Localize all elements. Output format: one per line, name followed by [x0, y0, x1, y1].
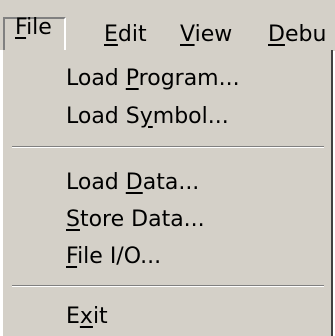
menu-file-label: ile [26, 15, 52, 40]
menu-edit[interactable]: Edit [104, 20, 147, 50]
menu-item-mnemonic: S [66, 207, 80, 232]
menu-item-load-symbol[interactable]: Load Symbol... [66, 100, 229, 134]
file-menu-dropdown: Load Program... Load Symbol... Load Data… [0, 50, 333, 336]
menu-item-mnemonic: F [66, 244, 78, 269]
menu-item-label: mbol... [152, 104, 229, 129]
menu-bar: File Edit View Debu [0, 0, 335, 51]
menu-view[interactable]: View [180, 20, 232, 50]
menu-file-mnemonic: F [15, 15, 27, 40]
menu-item-label-pre: Load S [66, 104, 140, 129]
menu-item-label: rogram... [138, 66, 240, 91]
menu-item-file-io[interactable]: File I/O... [66, 240, 161, 274]
menu-debug[interactable]: Debu [268, 20, 326, 50]
menu-item-store-data[interactable]: Store Data... [66, 203, 205, 237]
menu-debug-mnemonic: D [268, 22, 285, 47]
menu-view-label: iew [194, 22, 233, 47]
menu-edit-mnemonic: E [104, 22, 118, 47]
menu-item-label: it [92, 304, 108, 329]
menu-edit-label: dit [117, 22, 147, 47]
menu-item-mnemonic: D [125, 170, 143, 195]
menu-item-load-program[interactable]: Load Program... [66, 62, 240, 96]
menu-item-load-data[interactable]: Load Data... [66, 166, 199, 200]
menu-item-label-pre: E [66, 304, 80, 329]
menu-file[interactable]: File [3, 15, 66, 50]
menu-item-label: ata... [142, 170, 200, 195]
application-window: File Edit View Debu Load Program... Load… [0, 0, 335, 336]
menu-separator [12, 285, 324, 287]
menu-item-label-pre: Load [66, 66, 126, 91]
menu-separator [12, 146, 324, 148]
menu-item-label: ile I/O... [77, 244, 162, 269]
menu-item-mnemonic: x [79, 304, 93, 329]
menu-item-mnemonic: P [125, 66, 139, 91]
menu-item-label-pre: Load [66, 170, 126, 195]
menu-view-mnemonic: V [180, 22, 195, 47]
menu-item-exit[interactable]: Exit [66, 300, 108, 334]
menu-debug-label: ebu [284, 22, 327, 47]
menu-item-mnemonic: y [139, 104, 153, 129]
menu-item-label: tore Data... [79, 207, 205, 232]
